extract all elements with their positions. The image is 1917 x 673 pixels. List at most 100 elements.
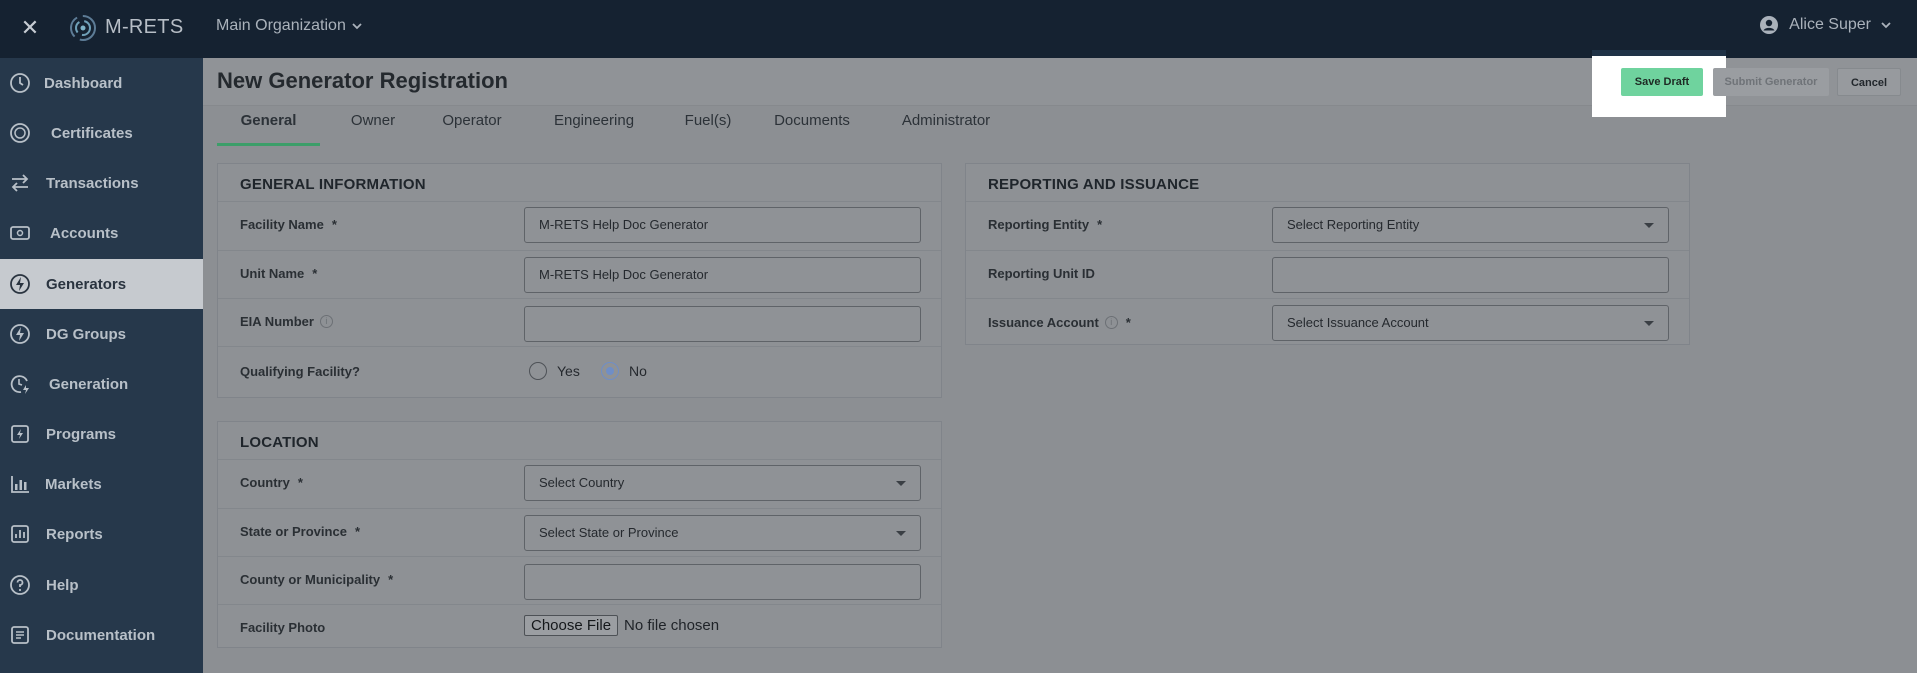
sidebar-item-dashboard[interactable]: Dashboard [0, 58, 203, 108]
reporting-unit-id-input[interactable] [1272, 257, 1669, 293]
info-icon: i [319, 315, 333, 328]
tab-owner[interactable]: Owner [343, 106, 403, 146]
eia-number-label: EIA Number i [240, 314, 333, 329]
bar-chart-icon [9, 473, 31, 495]
state-select[interactable]: Select State or Province [524, 515, 921, 551]
sidebar-item-generators[interactable]: Generators [0, 259, 203, 309]
help-icon [9, 574, 31, 596]
qualifying-facility-label: Qualifying Facility? [240, 364, 360, 379]
eia-number-row: EIA Number i [218, 298, 941, 346]
facility-photo-row: Facility Photo Choose File No file chose… [218, 604, 941, 648]
county-input[interactable] [524, 564, 921, 600]
sidebar-item-programs[interactable]: Programs [0, 409, 203, 459]
sidebar-item-label: Generators [46, 275, 127, 293]
cancel-button[interactable]: Cancel [1837, 68, 1901, 96]
m-rets-logo-icon [70, 15, 96, 41]
lightning-circle-icon [9, 323, 31, 345]
tab-administrator[interactable]: Administrator [889, 106, 1003, 146]
state-label: State or Province * [240, 524, 360, 539]
issuance-account-select[interactable]: Select Issuance Account [1272, 305, 1669, 341]
info-icon: i [1104, 316, 1118, 329]
page-title: New Generator Registration [217, 68, 508, 93]
save-draft-button[interactable]: Save Draft [1621, 68, 1703, 96]
sidebar-item-transactions[interactable]: Transactions [0, 158, 203, 208]
dropdown-caret-icon [896, 531, 906, 536]
country-row: Country * Select Country [218, 459, 941, 508]
tab-fuels[interactable]: Fuel(s) [675, 106, 741, 146]
chevron-down-icon [352, 23, 362, 30]
sidebar: Dashboard Certificates Transactions Acco… [0, 58, 203, 673]
reporting-entity-row: Reporting Entity * Select Reporting Entit… [966, 201, 1689, 250]
facility-name-input[interactable]: M-RETS Help Doc Generator [524, 207, 921, 243]
radio-yes[interactable]: Yes [529, 362, 580, 380]
reporting-unit-id-label: Reporting Unit ID [988, 266, 1095, 281]
sidebar-item-label: Transactions [46, 174, 139, 192]
sidebar-item-label: Dashboard [44, 74, 123, 92]
clock-lightning-icon [9, 373, 31, 395]
tab-documents[interactable]: Documents [767, 106, 857, 146]
sidebar-item-markets[interactable]: Markets [0, 459, 203, 509]
radio-button-selected[interactable] [601, 362, 619, 380]
facility-name-row: Facility Name * M-RETS Help Doc Generator [218, 201, 941, 250]
radio-no[interactable]: No [601, 362, 647, 380]
sidebar-item-label: DG Groups [46, 325, 127, 343]
location-card: LOCATION Country * Select Country State o… [217, 421, 942, 648]
report-icon [9, 523, 31, 545]
sidebar-item-accounts[interactable]: Accounts [0, 208, 203, 258]
file-status: No file chosen [624, 617, 720, 634]
country-label: Country * [240, 475, 303, 490]
unit-name-label: Unit Name * [240, 266, 318, 281]
sidebar-item-label: Accounts [50, 224, 119, 242]
lightning-icon [9, 273, 31, 295]
organization-selector[interactable]: Main Organization [216, 17, 362, 35]
tab-operator[interactable]: Operator [436, 106, 508, 146]
reporting-issuance-card: REPORTING AND ISSUANCE Reporting Entity *… [965, 163, 1690, 345]
sidebar-item-reports[interactable]: Reports [0, 509, 203, 559]
county-label: County or Municipality * [240, 572, 394, 587]
tab-engineering[interactable]: Engineering [544, 106, 644, 146]
sidebar-item-label: Certificates [51, 124, 133, 142]
unit-name-input[interactable]: M-RETS Help Doc Generator [524, 257, 921, 293]
close-icon[interactable]: ✕ [16, 14, 44, 42]
state-row: State or Province * Select State or Provi… [218, 508, 941, 556]
general-information-card: GENERAL INFORMATION Facility Name * M-RET… [217, 163, 942, 398]
sidebar-item-documentation[interactable]: Documentation [0, 610, 203, 660]
programs-icon [9, 423, 31, 445]
submit-generator-button[interactable]: Submit Generator [1713, 68, 1829, 96]
user-menu[interactable]: Alice Super [1759, 15, 1891, 35]
document-icon [9, 624, 31, 646]
choose-file-button[interactable]: Choose File [524, 615, 619, 636]
dropdown-caret-icon [1644, 321, 1654, 326]
transfer-icon [9, 172, 31, 194]
unit-name-row: Unit Name * M-RETS Help Doc Generator [218, 250, 941, 298]
sidebar-item-label: Programs [46, 425, 117, 443]
reporting-unit-id-row: Reporting Unit ID [966, 250, 1689, 298]
sidebar-item-generation[interactable]: Generation [0, 359, 203, 409]
dropdown-caret-icon [896, 481, 906, 486]
dashboard-icon [9, 72, 31, 94]
sidebar-item-help[interactable]: Help [0, 560, 203, 610]
country-select[interactable]: Select Country [524, 465, 921, 501]
sidebar-item-label: Help [46, 576, 79, 594]
tab-bar: General Owner Operator Engineering Fuel(… [217, 106, 1907, 146]
county-row: County or Municipality * [218, 556, 941, 604]
file-upload[interactable]: Choose File No file chosen [524, 615, 719, 636]
section-title: REPORTING AND ISSUANCE [988, 176, 1200, 193]
issuance-account-row: Issuance Account i * Select Issuance Accou… [966, 298, 1689, 345]
sidebar-item-certificates[interactable]: Certificates [0, 108, 203, 158]
section-title: LOCATION [240, 434, 319, 451]
radio-button[interactable] [529, 362, 547, 380]
reporting-entity-select[interactable]: Select Reporting Entity [1272, 207, 1669, 243]
main-content: New Generator Registration Save Draft Su… [203, 50, 1917, 673]
facility-name-label: Facility Name * [240, 217, 337, 232]
sidebar-item-label: Documentation [46, 626, 156, 644]
facility-photo-label: Facility Photo [240, 620, 326, 635]
reporting-entity-label: Reporting Entity * [988, 217, 1103, 232]
eia-number-input[interactable] [524, 306, 921, 342]
sidebar-item-label: Generation [49, 375, 129, 393]
dropdown-caret-icon [1644, 223, 1654, 228]
sidebar-item-dg-groups[interactable]: DG Groups [0, 309, 203, 359]
tab-general[interactable]: General [217, 106, 320, 146]
section-title: GENERAL INFORMATION [240, 176, 426, 193]
user-avatar-icon [1760, 16, 1779, 34]
